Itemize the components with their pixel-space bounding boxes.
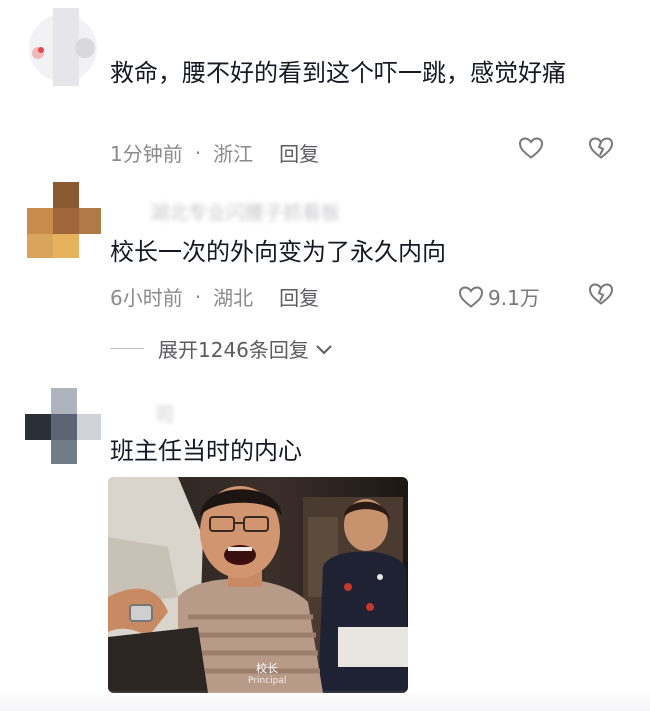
separator-dot: · bbox=[194, 140, 202, 165]
avatar[interactable] bbox=[25, 182, 103, 260]
reply-button[interactable]: 回复 bbox=[279, 138, 319, 167]
meme-photo bbox=[108, 477, 408, 693]
separator-dot: · bbox=[194, 284, 202, 309]
expand-replies-button[interactable]: 展开1246条回复 bbox=[110, 334, 333, 363]
comment-meta: 1分钟前 · 浙江 回复 bbox=[110, 138, 319, 167]
heart-outline-icon bbox=[458, 285, 484, 308]
reply-button[interactable]: 回复 bbox=[279, 282, 319, 311]
comment-location: 湖北 bbox=[213, 286, 254, 310]
dislike-button[interactable] bbox=[588, 282, 614, 306]
caption-zh: 校长 bbox=[256, 662, 279, 675]
comment-time: 1分钟前 bbox=[110, 142, 183, 166]
expand-replies-label: 展开1246条回复 bbox=[158, 338, 309, 362]
like-button[interactable]: 9.1万 bbox=[458, 282, 540, 311]
comment-meta: 6小时前 · 湖北 回复 bbox=[110, 282, 319, 311]
comment-image[interactable]: 校长 Principal bbox=[108, 477, 408, 693]
comment-text: 校长一次的外向变为了永久内向 bbox=[110, 238, 446, 266]
broken-heart-icon bbox=[588, 137, 614, 159]
comment-username[interactable]: 司 bbox=[155, 400, 174, 427]
heart-outline-icon bbox=[518, 137, 544, 159]
comment-username[interactable]: 湖北专业闪腰子抓看板 bbox=[150, 198, 340, 225]
dislike-button[interactable] bbox=[588, 136, 614, 160]
comment-text: 班主任当时的内心 bbox=[110, 437, 302, 465]
like-button[interactable] bbox=[518, 136, 544, 160]
comment-location: 浙江 bbox=[213, 142, 254, 166]
image-caption: 校长 Principal bbox=[248, 663, 286, 687]
comment-time: 6小时前 bbox=[110, 286, 183, 310]
divider bbox=[110, 348, 144, 349]
like-count: 9.1万 bbox=[488, 286, 540, 310]
comment-text: 救命，腰不好的看到这个吓一跳，感觉好痛 bbox=[110, 59, 566, 87]
chevron-down-icon bbox=[316, 344, 332, 354]
broken-heart-icon bbox=[588, 283, 614, 305]
caption-en: Principal bbox=[248, 676, 287, 686]
avatar[interactable] bbox=[25, 388, 103, 466]
avatar[interactable] bbox=[25, 8, 103, 86]
bottom-fade bbox=[0, 690, 650, 711]
